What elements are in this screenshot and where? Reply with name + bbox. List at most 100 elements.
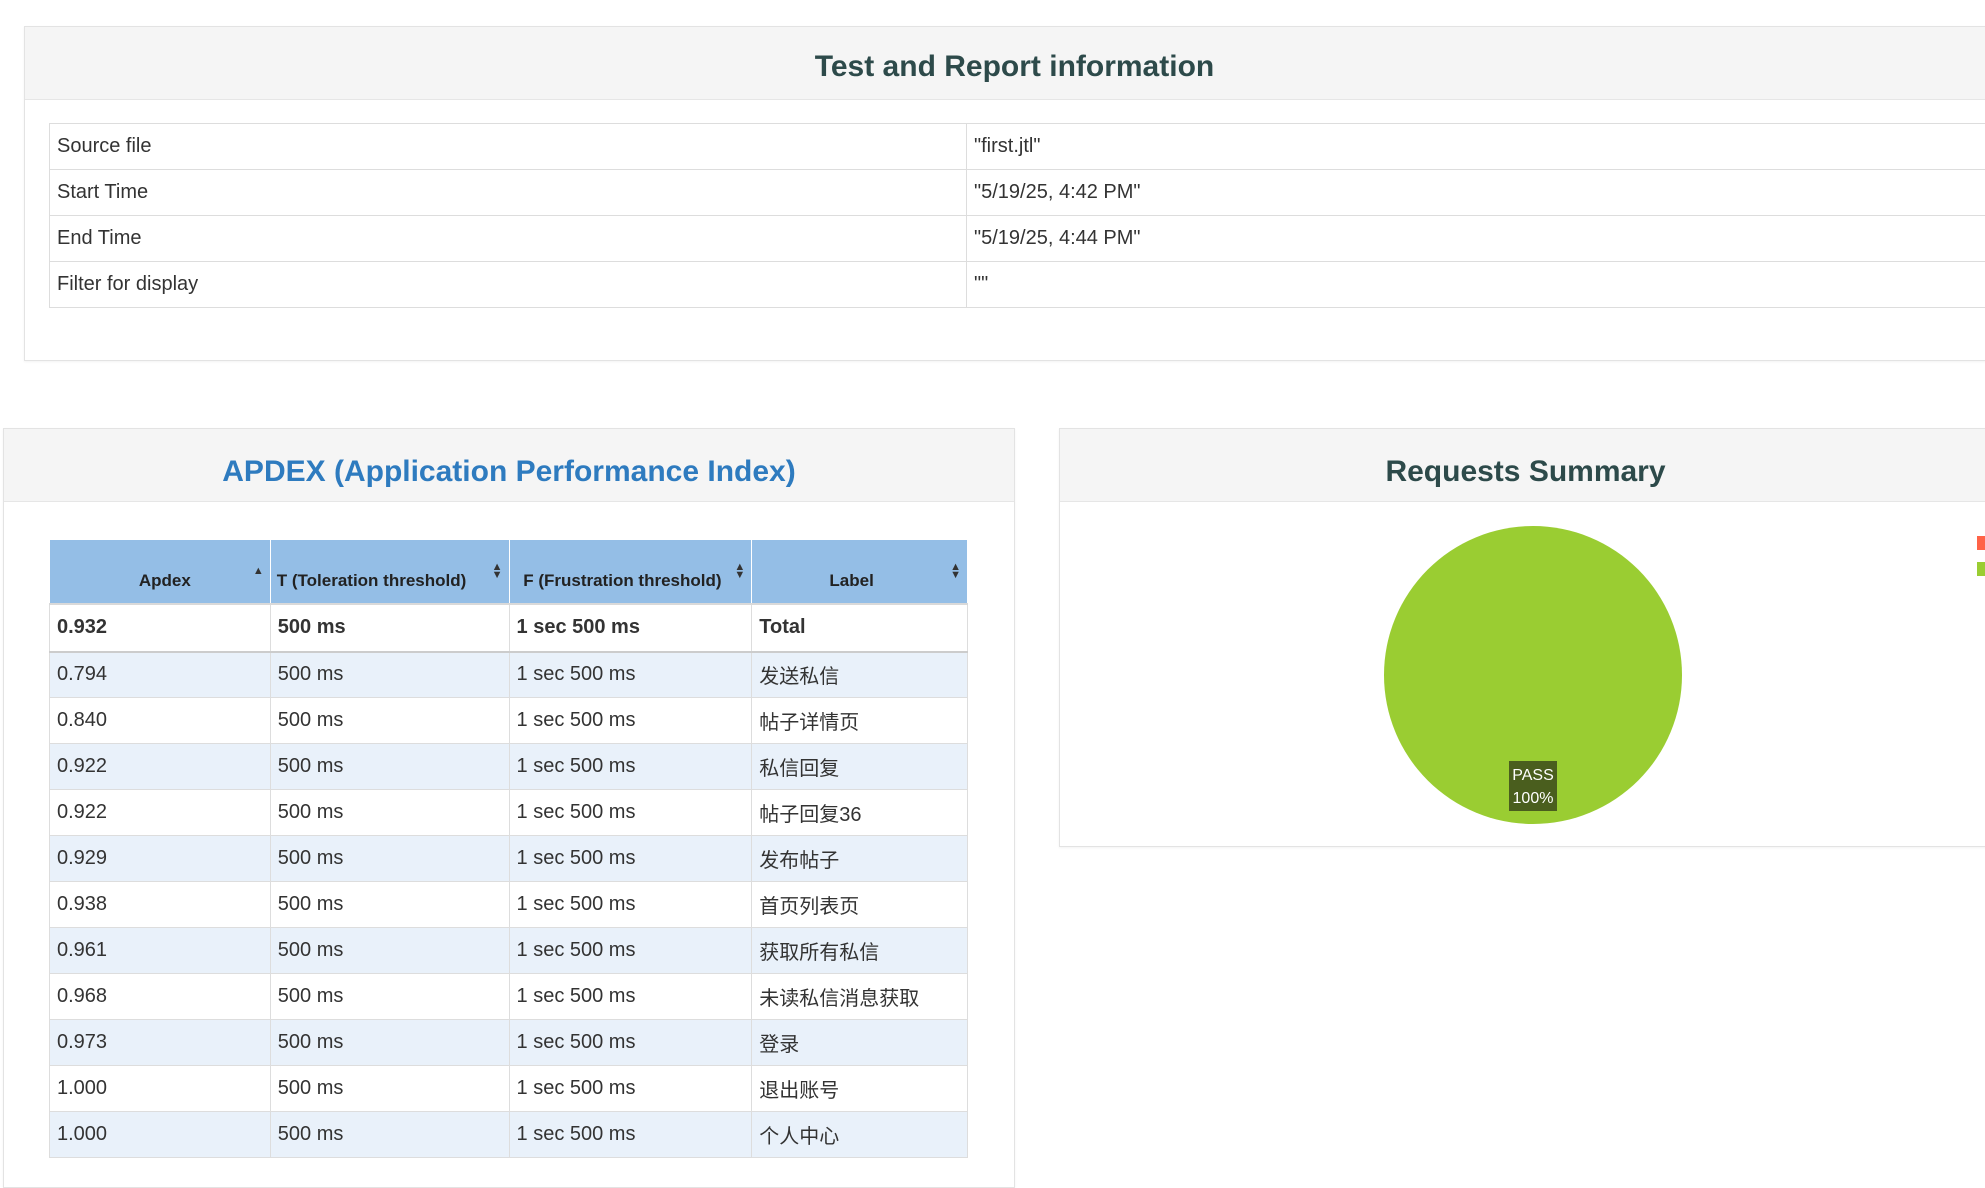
column-header-toleration[interactable]: T (Toleration threshold) ▲▼ [270, 540, 509, 604]
apdex-cell-apdex: 0.961 [50, 928, 271, 974]
apdex-cell-t: 500 ms [270, 1066, 509, 1112]
apdex-cell-f: 1 sec 500 ms [509, 1020, 752, 1066]
info-key: Source file [50, 124, 967, 170]
total-apdex: 0.932 [50, 604, 271, 652]
legend-swatch-pass[interactable] [1977, 562, 1985, 576]
apdex-row: 0.938500 ms1 sec 500 ms首页列表页 [50, 882, 968, 928]
info-key: Start Time [50, 170, 967, 216]
apdex-cell-f: 1 sec 500 ms [509, 882, 752, 928]
apdex-cell-t: 500 ms [270, 928, 509, 974]
apdex-title: APDEX (Application Performance Index) [4, 429, 1014, 502]
info-row: Filter for display"" [50, 262, 1985, 308]
apdex-cell-t: 500 ms [270, 974, 509, 1020]
apdex-cell-label: 发布帖子 [752, 836, 968, 882]
apdex-cell-t: 500 ms [270, 1112, 509, 1158]
column-header-label: Label [758, 568, 945, 593]
apdex-cell-f: 1 sec 500 ms [509, 1112, 752, 1158]
apdex-cell-f: 1 sec 500 ms [509, 790, 752, 836]
apdex-row: 1.000500 ms1 sec 500 ms退出账号 [50, 1066, 968, 1112]
pie-slice-label-pass: PASS 100% [1509, 761, 1557, 811]
column-header-label: F (Frustration threshold) [516, 568, 730, 593]
info-key: End Time [50, 216, 967, 262]
apdex-cell-apdex: 0.973 [50, 1020, 271, 1066]
total-toleration: 500 ms [270, 604, 509, 652]
requests-summary-title: Requests Summary [1060, 429, 1985, 502]
info-value: "5/19/25, 4:42 PM" [967, 170, 1985, 216]
sort-both-icon: ▲▼ [950, 563, 961, 579]
apdex-cell-apdex: 0.922 [50, 744, 271, 790]
total-frustration: 1 sec 500 ms [509, 604, 752, 652]
apdex-table: Apdex ▲ T (Toleration threshold) ▲▼ F (F… [49, 539, 968, 1158]
pie-label-percent: 100% [1513, 790, 1554, 807]
info-row: End Time"5/19/25, 4:44 PM" [50, 216, 1985, 262]
pie-label-name: PASS [1512, 767, 1554, 784]
sort-both-icon: ▲▼ [492, 563, 503, 579]
apdex-cell-f: 1 sec 500 ms [509, 974, 752, 1020]
apdex-cell-f: 1 sec 500 ms [509, 1066, 752, 1112]
column-header-label-col[interactable]: Label ▲▼ [752, 540, 968, 604]
requests-summary-panel: Requests Summary PASS 100% [1059, 428, 1985, 847]
apdex-row: 0.794500 ms1 sec 500 ms发送私信 [50, 652, 968, 698]
apdex-cell-apdex: 1.000 [50, 1066, 271, 1112]
total-label: Total [752, 604, 968, 652]
apdex-cell-f: 1 sec 500 ms [509, 836, 752, 882]
apdex-cell-t: 500 ms [270, 744, 509, 790]
info-value: "" [967, 262, 1985, 308]
info-table-wrap: Source file"first.jtl"Start Time"5/19/25… [49, 123, 1985, 308]
sort-asc-icon: ▲ [253, 567, 264, 575]
apdex-cell-t: 500 ms [270, 836, 509, 882]
column-header-apdex[interactable]: Apdex ▲ [50, 540, 271, 604]
sort-both-icon: ▲▼ [734, 563, 745, 579]
info-value: "5/19/25, 4:44 PM" [967, 216, 1985, 262]
apdex-cell-f: 1 sec 500 ms [509, 744, 752, 790]
column-header-frustration[interactable]: F (Frustration threshold) ▲▼ [509, 540, 752, 604]
apdex-row: 0.968500 ms1 sec 500 ms未读私信消息获取 [50, 974, 968, 1020]
requests-summary-pie-chart: PASS 100% [1060, 502, 1985, 847]
apdex-cell-apdex: 0.922 [50, 790, 271, 836]
apdex-row: 0.840500 ms1 sec 500 ms帖子详情页 [50, 698, 968, 744]
apdex-panel: APDEX (Application Performance Index) Ap… [3, 428, 1015, 1188]
info-row: Start Time"5/19/25, 4:42 PM" [50, 170, 1985, 216]
info-key: Filter for display [50, 262, 967, 308]
info-value: "first.jtl" [967, 124, 1985, 170]
apdex-cell-label: 私信回复 [752, 744, 968, 790]
apdex-cell-f: 1 sec 500 ms [509, 652, 752, 698]
apdex-cell-label: 未读私信消息获取 [752, 974, 968, 1020]
apdex-cell-apdex: 0.794 [50, 652, 271, 698]
apdex-cell-apdex: 0.938 [50, 882, 271, 928]
column-header-label: T (Toleration threshold) [277, 568, 487, 593]
apdex-cell-apdex: 0.968 [50, 974, 271, 1020]
apdex-row: 0.929500 ms1 sec 500 ms发布帖子 [50, 836, 968, 882]
apdex-row: 0.961500 ms1 sec 500 ms获取所有私信 [50, 928, 968, 974]
test-report-info-panel: Test and Report information Source file"… [24, 26, 1985, 361]
apdex-row: 0.922500 ms1 sec 500 ms私信回复 [50, 744, 968, 790]
apdex-cell-apdex: 0.840 [50, 698, 271, 744]
apdex-cell-t: 500 ms [270, 882, 509, 928]
apdex-cell-apdex: 1.000 [50, 1112, 271, 1158]
apdex-cell-label: 获取所有私信 [752, 928, 968, 974]
apdex-cell-apdex: 0.929 [50, 836, 271, 882]
apdex-total-row: 0.932 500 ms 1 sec 500 ms Total [50, 604, 968, 652]
test-report-info-title: Test and Report information [25, 27, 1985, 100]
apdex-cell-f: 1 sec 500 ms [509, 928, 752, 974]
apdex-cell-label: 首页列表页 [752, 882, 968, 928]
apdex-cell-t: 500 ms [270, 652, 509, 698]
apdex-header-row: Apdex ▲ T (Toleration threshold) ▲▼ F (F… [50, 540, 968, 604]
legend-swatch-fail[interactable] [1977, 536, 1985, 550]
apdex-cell-f: 1 sec 500 ms [509, 698, 752, 744]
apdex-cell-t: 500 ms [270, 1020, 509, 1066]
apdex-cell-label: 登录 [752, 1020, 968, 1066]
apdex-cell-label: 帖子回复36 [752, 790, 968, 836]
apdex-row: 0.973500 ms1 sec 500 ms登录 [50, 1020, 968, 1066]
apdex-cell-label: 退出账号 [752, 1066, 968, 1112]
apdex-cell-label: 发送私信 [752, 652, 968, 698]
info-table: Source file"first.jtl"Start Time"5/19/25… [49, 123, 1985, 308]
info-row: Source file"first.jtl" [50, 124, 1985, 170]
column-header-label: Apdex [56, 568, 248, 593]
apdex-cell-label: 个人中心 [752, 1112, 968, 1158]
apdex-row: 0.922500 ms1 sec 500 ms帖子回复36 [50, 790, 968, 836]
apdex-table-wrap: Apdex ▲ T (Toleration threshold) ▲▼ F (F… [49, 539, 968, 1158]
apdex-cell-t: 500 ms [270, 698, 509, 744]
apdex-cell-label: 帖子详情页 [752, 698, 968, 744]
apdex-row: 1.000500 ms1 sec 500 ms个人中心 [50, 1112, 968, 1158]
